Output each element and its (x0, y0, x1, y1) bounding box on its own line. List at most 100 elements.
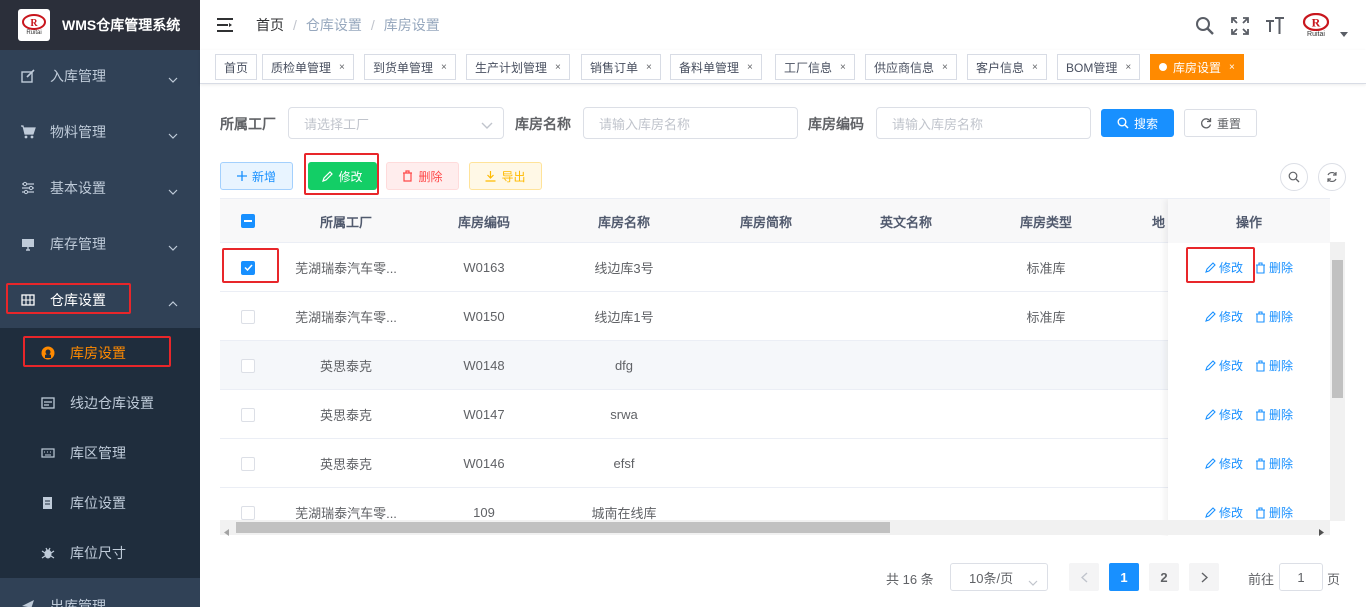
search-icon[interactable] (1194, 15, 1216, 37)
close-icon[interactable]: × (1032, 62, 1038, 73)
delete-button[interactable]: 删除 (386, 162, 459, 190)
menu-label: 基本设置 (50, 180, 106, 196)
table-row[interactable]: 英思泰克 W0147 srwa 修改 删除 (220, 390, 1330, 439)
close-icon[interactable]: × (441, 62, 447, 73)
column-header[interactable]: 库房简称 (696, 199, 836, 243)
row-checkbox[interactable] (241, 260, 255, 275)
sliders-icon (20, 180, 36, 196)
hamburger-icon[interactable] (216, 16, 234, 34)
close-icon[interactable]: × (840, 62, 846, 73)
refresh-table-button[interactable] (1318, 163, 1346, 191)
row-checkbox[interactable] (241, 309, 255, 324)
tag-label: 库房设置 (1173, 60, 1222, 75)
page-button[interactable]: 1 (1109, 563, 1139, 591)
column-header[interactable]: 所属工厂 (276, 199, 416, 243)
tag-supplier-info[interactable]: 供应商信息 × (865, 54, 957, 80)
chevron-down-icon (168, 238, 178, 254)
row-checkbox[interactable] (241, 505, 255, 520)
table-row[interactable]: 芜湖瑞泰汽车零... W0163 线边库3号 标准库 修改 删除 (220, 243, 1330, 292)
scroll-right-arrow-icon[interactable] (1319, 524, 1324, 539)
close-icon[interactable]: × (1125, 62, 1131, 73)
column-header[interactable]: 库房类型 (976, 199, 1116, 243)
goto-page-input[interactable]: 1 (1279, 563, 1323, 591)
vertical-scrollbar[interactable] (1330, 242, 1345, 521)
table-row[interactable]: 英思泰克 W0146 efsf 修改 删除 (220, 439, 1330, 488)
tag-production-plan[interactable]: 生产计划管理 × (466, 54, 570, 80)
chevron-down-icon (1028, 574, 1038, 589)
column-header[interactable]: 英文名称 (836, 199, 976, 243)
logo-text: Ruitai (26, 29, 42, 36)
tag-warehouse-active[interactable]: 库房设置 × (1150, 54, 1244, 80)
horizontal-scrollbar[interactable] (220, 520, 1330, 536)
fullscreen-icon[interactable] (1229, 15, 1251, 37)
prev-page-button[interactable] (1069, 563, 1099, 591)
column-header[interactable]: 库房名称 (552, 199, 696, 243)
page-button[interactable]: 2 (1149, 563, 1179, 591)
menu-label: 库存管理 (50, 236, 106, 252)
scrollbar-thumb[interactable] (236, 522, 890, 533)
menu-inventory[interactable]: 库存管理 (0, 216, 200, 272)
add-button[interactable]: 新增 (220, 162, 293, 190)
caret-down-icon[interactable] (1340, 26, 1348, 41)
tag-arrival[interactable]: 到货单管理 × (364, 54, 456, 80)
submenu-item-location[interactable]: 库位设置 (0, 478, 200, 528)
next-page-button[interactable] (1189, 563, 1219, 591)
tag-label: 供应商信息 (874, 60, 935, 75)
search-button[interactable]: 搜索 (1101, 109, 1174, 137)
tag-bom[interactable]: BOM管理 × (1057, 54, 1141, 80)
tag-label: BOM管理 (1066, 60, 1118, 75)
factory-select[interactable]: 请选择工厂 (288, 107, 504, 139)
logo: R Ruitai (18, 9, 50, 41)
menu-warehouse-settings[interactable]: 仓库设置 (0, 272, 200, 328)
search-button-label: 搜索 (1133, 116, 1158, 131)
row-checkbox[interactable] (241, 456, 255, 471)
submenu-item-area[interactable]: 库区管理 (0, 428, 200, 478)
close-icon[interactable]: × (1229, 62, 1235, 73)
tag-material-prep[interactable]: 备料单管理 × (670, 54, 762, 80)
menu-outbound[interactable]: 出库管理 (0, 578, 200, 607)
page-size-select[interactable]: 10条/页 (950, 563, 1048, 591)
tag-customer-info[interactable]: 客户信息 × (967, 54, 1047, 80)
menu-material[interactable]: 物料管理 (0, 104, 200, 160)
code-input[interactable]: 请输入库房名称 (876, 107, 1091, 139)
close-icon[interactable]: × (646, 62, 652, 73)
export-button[interactable]: 导出 (469, 162, 542, 190)
submenu-item-warehouse[interactable]: 库房设置 (0, 328, 200, 378)
column-header[interactable]: 库房编码 (416, 199, 552, 243)
chevron-up-icon (168, 294, 178, 310)
table-row[interactable]: 芜湖瑞泰汽车零... W0150 线边库1号 标准库 修改 删除 (220, 292, 1330, 341)
export-button-label: 导出 (501, 169, 526, 184)
chevron-down-icon (168, 70, 178, 86)
plus-icon (236, 171, 247, 181)
toggle-search-button[interactable] (1280, 163, 1308, 191)
name-input[interactable]: 请输入库房名称 (583, 107, 798, 139)
select-all-checkbox[interactable] (241, 214, 255, 228)
close-icon[interactable]: × (339, 62, 345, 73)
edit-button[interactable]: 修改 (308, 162, 377, 190)
menu-inbound[interactable]: 入库管理 (0, 48, 200, 104)
breadcrumb-home[interactable]: 首页 (256, 15, 284, 35)
row-checkbox[interactable] (241, 407, 255, 422)
search-icon (1117, 117, 1129, 129)
pagination-total: 共 16 条 (886, 572, 934, 587)
tag-factory-info[interactable]: 工厂信息 × (775, 54, 855, 80)
font-size-icon[interactable] (1264, 15, 1286, 37)
tag-home[interactable]: 首页 (215, 54, 258, 80)
table-row[interactable]: 英思泰克 W0148 dfg 修改 删除 (220, 341, 1330, 390)
row-checkbox[interactable] (241, 358, 255, 373)
scrollbar-thumb[interactable] (1332, 260, 1343, 398)
avatar[interactable]: R Ruitai (1300, 10, 1332, 42)
tag-sales-order[interactable]: 销售订单 × (581, 54, 661, 80)
menu-basic-settings[interactable]: 基本设置 (0, 160, 200, 216)
scroll-left-arrow-icon[interactable] (224, 524, 229, 539)
tag-quality[interactable]: 质检单管理 × (262, 54, 354, 80)
goto-suffix: 页 (1327, 572, 1341, 587)
close-icon[interactable]: × (555, 62, 561, 73)
submenu-item-size[interactable]: 库位尺寸 (0, 528, 200, 578)
close-icon[interactable]: × (747, 62, 753, 73)
cell-en (836, 292, 976, 341)
tag-label: 备料单管理 (679, 60, 740, 75)
close-icon[interactable]: × (942, 62, 948, 73)
reset-button[interactable]: 重置 (1184, 109, 1257, 137)
submenu-item-lineside[interactable]: 线边仓库设置 (0, 378, 200, 428)
